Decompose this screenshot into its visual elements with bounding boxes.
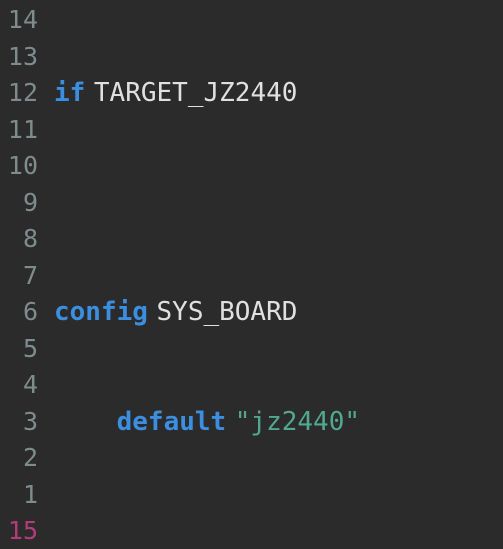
code-area[interactable]: if TARGET_JZ2440 config SYS_BOARD defaul… [40,0,503,549]
code-line[interactable] [54,513,503,549]
line-number-gutter: 14 13 12 11 10 9 8 7 6 5 4 3 2 1 15 [0,0,40,549]
code-line[interactable] [54,185,503,222]
line-number: 1 [0,477,40,514]
code-editor[interactable]: 14 13 12 11 10 9 8 7 6 5 4 3 2 1 15 if T… [0,0,503,549]
line-number: 2 [0,440,40,477]
line-number: 4 [0,367,40,404]
keyword-default: default [117,404,227,441]
line-number: 8 [0,221,40,258]
line-number-current: 15 [0,513,40,549]
identifier: SYS_BOARD [157,294,298,331]
code-line[interactable]: config SYS_BOARD [54,294,503,331]
line-number: 11 [0,112,40,149]
code-line[interactable]: if TARGET_JZ2440 [54,75,503,112]
identifier: TARGET_JZ2440 [94,75,298,112]
line-number: 7 [0,258,40,295]
line-number: 3 [0,404,40,441]
line-number: 10 [0,148,40,185]
line-number: 14 [0,2,40,39]
keyword-if: if [54,75,85,112]
line-number: 5 [0,331,40,368]
string-literal: "jz2440" [235,404,360,441]
line-number: 9 [0,185,40,222]
line-number: 13 [0,39,40,76]
keyword-config: config [54,294,148,331]
line-number: 12 [0,75,40,112]
code-line[interactable]: default "jz2440" [54,404,503,441]
line-number: 6 [0,294,40,331]
